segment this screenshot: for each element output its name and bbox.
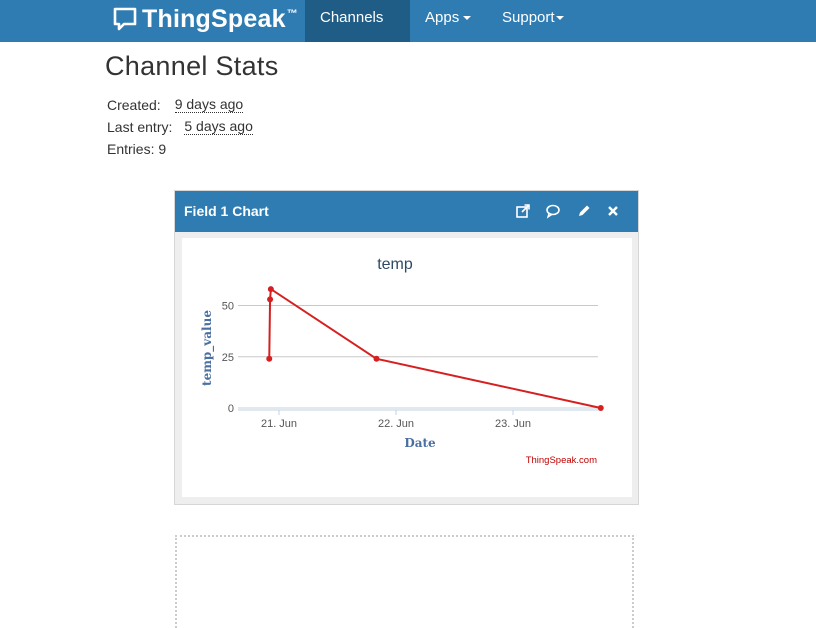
chart-body: temp 0 25 50 21. Jun 22. Jun 23. Jun Date temp_v… bbox=[182, 238, 632, 497]
stat-last-entry: Last entry: 5 days ago bbox=[107, 116, 253, 138]
top-navbar: ThingSpeak ™ Channels Apps Support bbox=[0, 0, 816, 57]
channel-stats: Created: 9 days ago Last entry: 5 days a… bbox=[107, 94, 253, 160]
chevron-down-icon bbox=[555, 16, 564, 21]
field-chart-panel: Field 1 Chart temp 0 25 50 21. Jun 22. Jun 23.… bbox=[174, 190, 639, 505]
data-point bbox=[266, 355, 273, 362]
nav-apps[interactable]: Apps bbox=[410, 0, 486, 42]
x-tick-label: 22. Jun bbox=[378, 418, 414, 430]
nav-channels-label: Channels bbox=[320, 9, 384, 26]
brand-name: ThingSpeak bbox=[142, 4, 286, 33]
created-label: Created: bbox=[107, 97, 161, 113]
speech-bubble-icon bbox=[113, 7, 137, 31]
brand-trademark: ™ bbox=[286, 8, 298, 20]
stat-created: Created: 9 days ago bbox=[107, 94, 253, 116]
x-tick-label: 23. Jun bbox=[495, 418, 531, 430]
nav-channels[interactable]: Channels bbox=[305, 0, 410, 57]
line-chart: temp 0 25 50 21. Jun 22. Jun 23. Jun Date temp_v… bbox=[200, 256, 604, 466]
empty-widget-placeholder bbox=[175, 535, 634, 628]
y-axis-title: temp_value bbox=[200, 310, 215, 386]
data-point bbox=[373, 355, 380, 362]
last-entry-label: Last entry: bbox=[107, 119, 173, 135]
x-axis-title: Date bbox=[404, 436, 436, 450]
panel-heading: Field 1 Chart bbox=[175, 191, 638, 232]
nav-apps-label: Apps bbox=[425, 9, 460, 26]
panel-title: Field 1 Chart bbox=[184, 203, 269, 219]
chevron-down-icon bbox=[463, 16, 472, 21]
chart-title: temp bbox=[377, 256, 413, 273]
close-icon[interactable] bbox=[605, 203, 621, 219]
brand-logo[interactable]: ThingSpeak ™ bbox=[112, 4, 298, 34]
data-point bbox=[267, 286, 274, 293]
data-point bbox=[597, 405, 604, 411]
stat-entries: Entries: 9 bbox=[107, 138, 253, 160]
page-title: Channel Stats bbox=[105, 51, 279, 81]
nav-support[interactable]: Support bbox=[487, 0, 579, 42]
series-line-0 bbox=[268, 287, 601, 409]
external-link-icon[interactable] bbox=[515, 203, 531, 219]
y-tick-label: 25 bbox=[222, 352, 234, 364]
data-point bbox=[267, 296, 274, 303]
comment-icon[interactable] bbox=[545, 203, 561, 219]
last-entry-value: 5 days ago bbox=[184, 118, 253, 135]
chart-credit: ThingSpeak.com bbox=[526, 455, 597, 466]
y-tick-label: 50 bbox=[222, 301, 234, 313]
created-value: 9 days ago bbox=[174, 96, 244, 113]
nav-support-label: Support bbox=[502, 9, 555, 26]
entries-label: Entries: 9 bbox=[107, 141, 167, 157]
pencil-icon[interactable] bbox=[576, 203, 592, 219]
y-tick-label: 0 bbox=[228, 403, 234, 415]
chevron-down-icon bbox=[324, 52, 332, 57]
x-tick-label: 21. Jun bbox=[261, 418, 297, 430]
